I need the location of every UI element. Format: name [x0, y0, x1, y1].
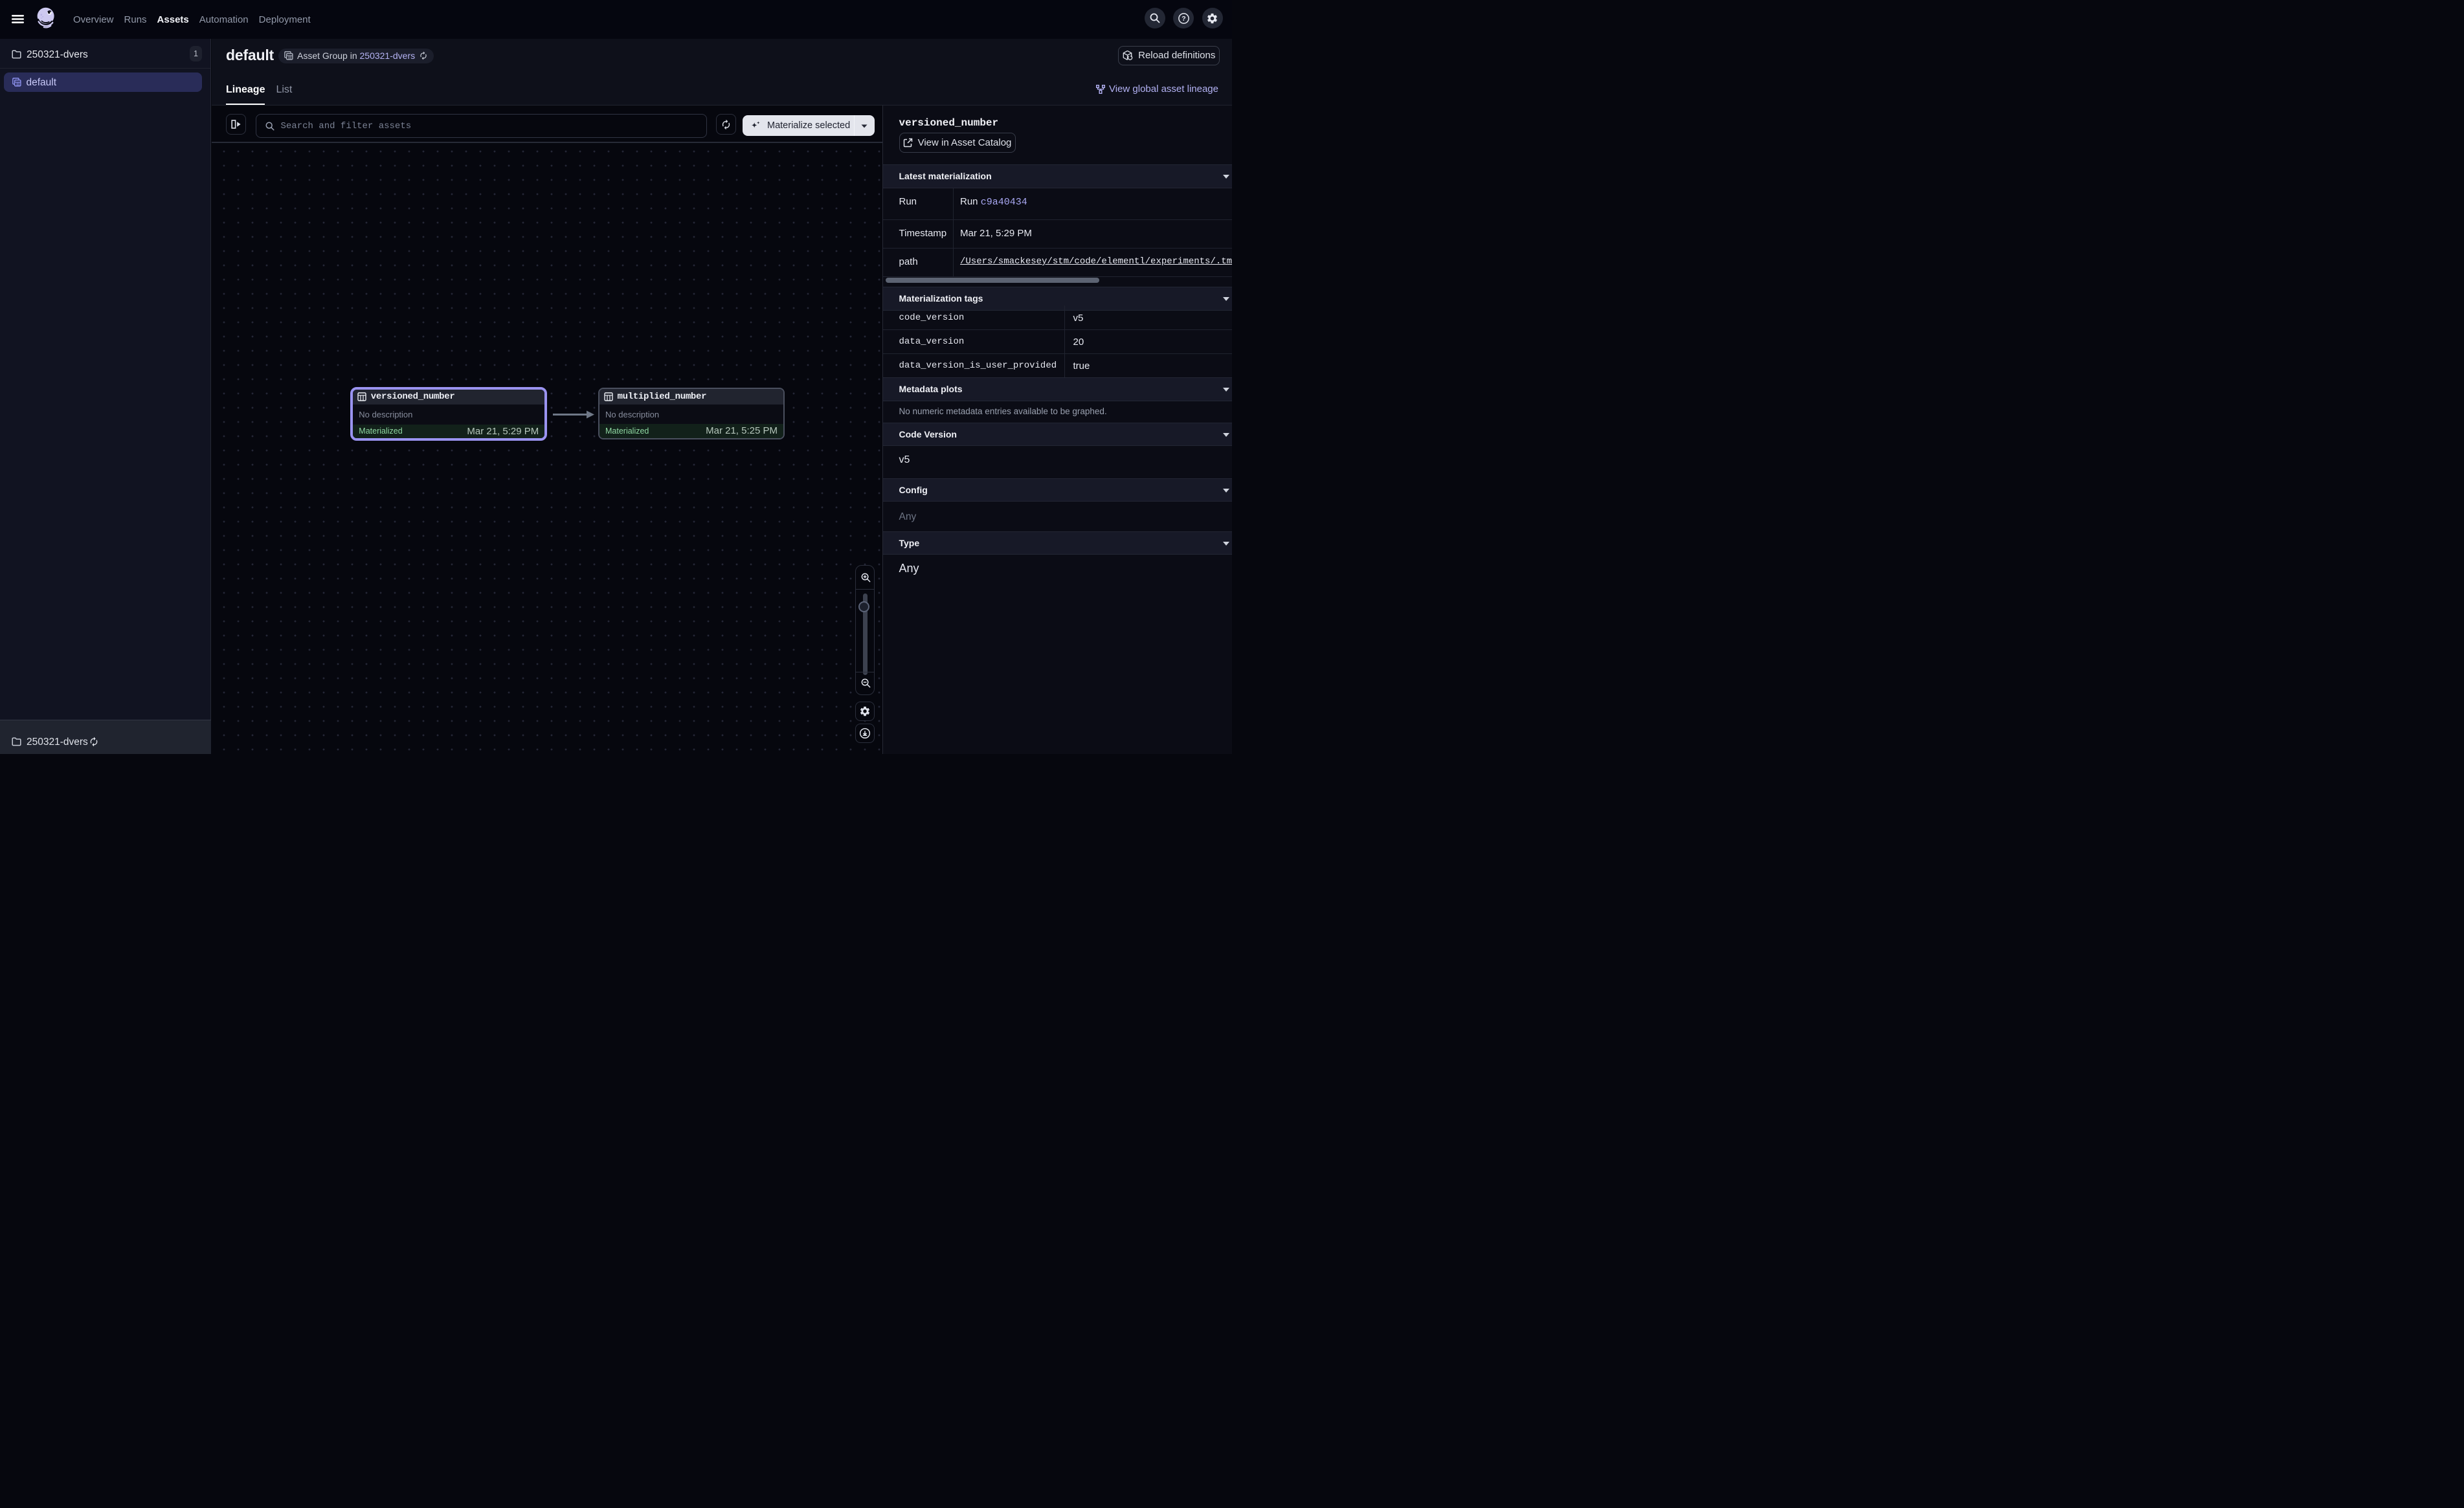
svg-text:?: ? — [1182, 15, 1185, 23]
